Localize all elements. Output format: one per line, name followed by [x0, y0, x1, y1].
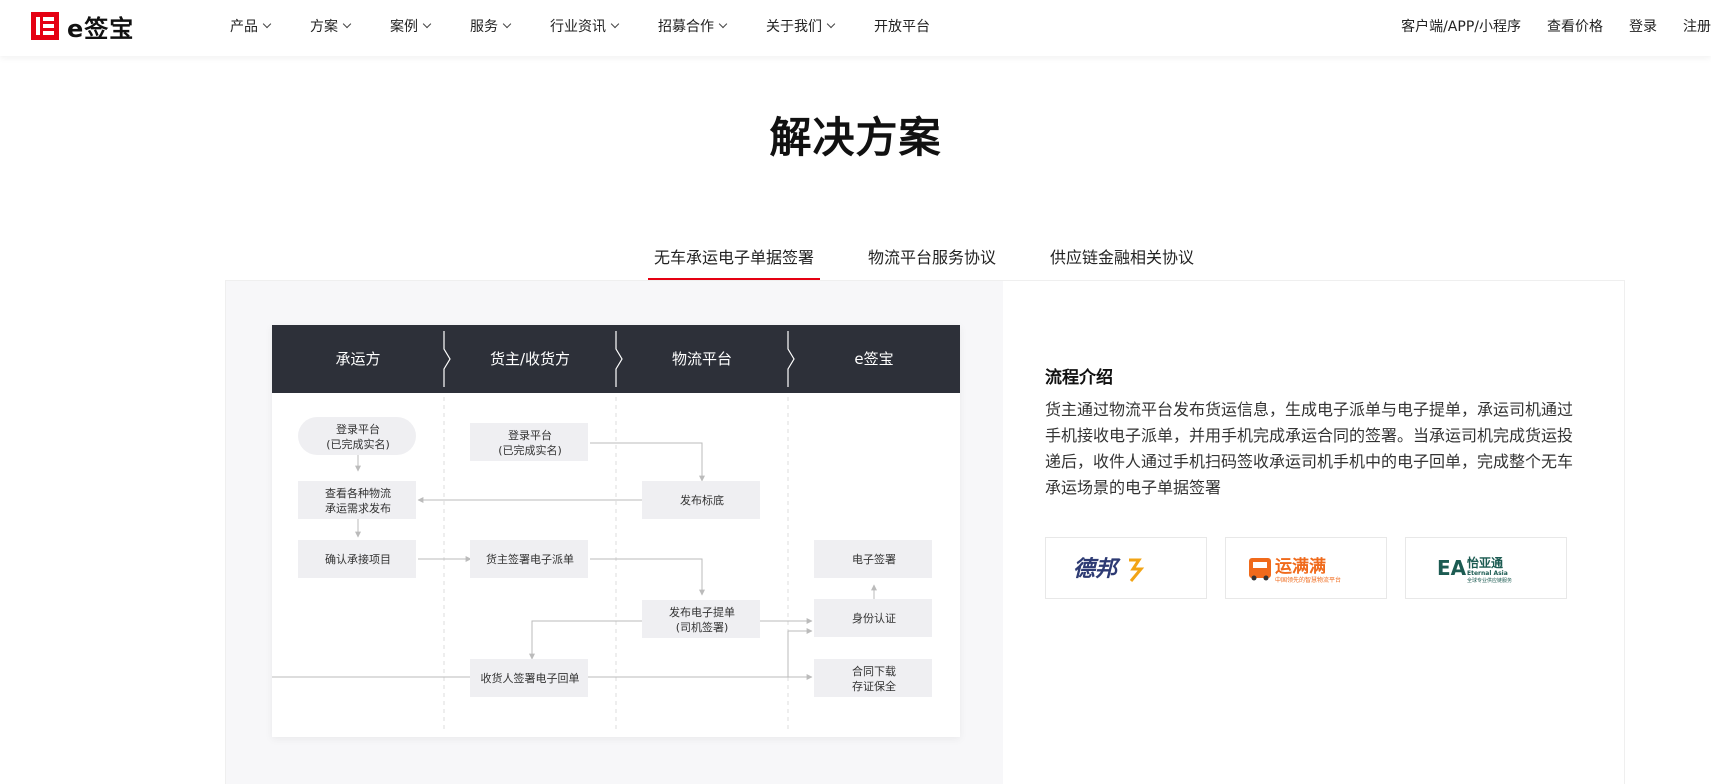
chevron-down-icon [610, 19, 620, 29]
nav-products[interactable]: 产品 [230, 16, 272, 36]
tab-no-vehicle-carrier[interactable]: 无车承运电子单据签署 [648, 244, 821, 280]
partner-logo-yiyatong[interactable]: EA 怡亚通 Eternal Asia 全球专业供应链服务 [1405, 537, 1567, 599]
esign-auth-text: 身份认证 [852, 611, 896, 625]
brand-logo[interactable]: e签宝 [31, 12, 134, 43]
esign-download-line1: 合同下载 [852, 664, 896, 678]
client-app-link[interactable]: 客户端/APP/小程序 [1401, 16, 1521, 36]
header-right-links: 客户端/APP/小程序 查看价格 登录 注册 [1375, 0, 1711, 52]
partner-logo-debang[interactable]: 德邦 [1045, 537, 1207, 599]
nav-partnership[interactable]: 招募合作 [658, 16, 728, 36]
column-header-platform: 物流平台 [672, 350, 732, 368]
yunmanman-logo-subtext: 中国领先的智慧物流平台 [1275, 576, 1341, 584]
carrier-login-line1: 登录平台 [336, 422, 380, 436]
brand-logo-text: e签宝 [67, 14, 135, 43]
flow-diagram: 承运方 货主/收货方 物流平台 e签宝 登录平台 (已完成实名) 查看各种物流 … [272, 325, 960, 737]
chevron-down-icon [826, 19, 836, 29]
carrier-view-line2: 承运需求发布 [325, 501, 391, 515]
login-link[interactable]: 登录 [1629, 16, 1657, 36]
chevron-down-icon [422, 19, 432, 29]
carrier-confirm-text: 确认承接项目 [325, 553, 391, 566]
partner-logo-yunmanman[interactable]: 运满满 中国领先的智慧物流平台 [1225, 537, 1387, 599]
diagram-area: 承运方 货主/收货方 物流平台 e签宝 登录平台 (已完成实名) 查看各种物流 … [226, 281, 1003, 784]
esign-download-line2: 存证保全 [852, 679, 896, 693]
chevron-down-icon [342, 19, 352, 29]
tab-supply-chain-finance[interactable]: 供应链金融相关协议 [1044, 244, 1200, 280]
carrier-view-line1: 查看各种物流 [325, 486, 391, 500]
nav-about-us[interactable]: 关于我们 [766, 16, 836, 36]
pricing-link[interactable]: 查看价格 [1547, 16, 1603, 36]
intro-title: 流程介绍 [1045, 368, 1113, 388]
nav-open-platform[interactable]: 开放平台 [874, 16, 930, 36]
top-navigation: e签宝 产品 方案 案例 服务 行业资讯 招募合作 关于我们 开放平台 客户端/… [0, 0, 1711, 56]
yiyatong-logo-mark: EA [1437, 556, 1467, 580]
nav-cases[interactable]: 案例 [390, 16, 432, 36]
nav-label: 开放平台 [874, 19, 930, 35]
nav-label: 方案 [310, 19, 338, 35]
nav-industry-news[interactable]: 行业资讯 [550, 16, 620, 36]
chevron-down-icon [262, 19, 272, 29]
nav-label: 招募合作 [658, 19, 714, 35]
debang-logo-mark [1129, 558, 1145, 582]
debang-logo-text: 德邦 [1073, 557, 1121, 582]
column-header-owner: 货主/收货方 [490, 350, 570, 368]
yunmanman-logo-text: 运满满 [1275, 556, 1326, 577]
platform-publish-text: 发布标底 [680, 493, 724, 507]
column-header-esign: e签宝 [854, 350, 893, 368]
yiyatong-logo-text: 怡亚通 [1467, 555, 1503, 570]
nav-label: 关于我们 [766, 19, 822, 35]
nav-solutions[interactable]: 方案 [310, 16, 352, 36]
platform-bill-line2: (司机签署) [676, 620, 729, 634]
chevron-down-icon [502, 19, 512, 29]
chevron-down-icon [718, 19, 728, 29]
brand-logo-mark [31, 12, 59, 40]
yiyatong-logo-subtext: 全球专业供应链服务 [1467, 577, 1512, 584]
solution-panel: 承运方 货主/收货方 物流平台 e签宝 登录平台 (已完成实名) 查看各种物流 … [225, 280, 1625, 784]
column-header-carrier: 承运方 [335, 350, 380, 368]
receiver-sign-text: 收货人签署电子回单 [481, 671, 580, 685]
register-link[interactable]: 注册 [1683, 16, 1711, 36]
owner-sign-text: 货主签署电子派单 [486, 552, 574, 566]
tab-logistics-platform-agreement[interactable]: 物流平台服务协议 [862, 244, 1002, 280]
platform-bill-line1: 发布电子提单 [669, 605, 735, 619]
yiyatong-logo-english: Eternal Asia [1467, 570, 1508, 577]
nav-label: 服务 [470, 19, 498, 35]
partner-logos: 德邦 运满满 中国领先的智慧物流平台 EA 怡亚通 Eternal Asia 全… [1045, 537, 1585, 599]
esign-sign-text: 电子签署 [852, 552, 896, 566]
nav-label: 产品 [230, 19, 258, 35]
page-title: 解决方案 [769, 113, 942, 162]
nav-services[interactable]: 服务 [470, 16, 512, 36]
owner-login-line2: (已完成实名) [498, 443, 562, 457]
intro-text: 货主通过物流平台发布货运信息，生成电子派单与电子提单，承运司机通过手机接收电子派… [1045, 400, 1574, 497]
carrier-login-line2: (已完成实名) [326, 437, 390, 451]
owner-login-line1: 登录平台 [508, 428, 552, 442]
nav-label: 行业资讯 [550, 19, 606, 35]
main-nav: 产品 方案 案例 服务 行业资讯 招募合作 关于我们 开放平台 [230, 0, 970, 52]
nav-label: 案例 [390, 19, 418, 35]
solution-tabs: 无车承运电子单据签署 物流平台服务协议 供应链金融相关协议 [648, 244, 1242, 280]
